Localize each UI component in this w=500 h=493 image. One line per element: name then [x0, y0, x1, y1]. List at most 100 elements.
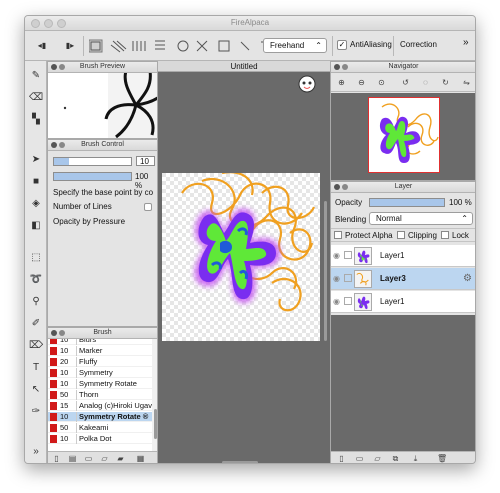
zoom-fit-icon[interactable]: ⊙ [377, 78, 386, 87]
new-brush-icon[interactable]: ▯ [52, 454, 61, 463]
canvas-horizontal-scroll[interactable] [222, 461, 258, 463]
eraser-tool-icon[interactable]: ⌫ [29, 91, 43, 105]
brush-color-swatch [50, 402, 57, 410]
brush-item[interactable]: 10 Symmetry [48, 368, 152, 378]
layer-options-row: Protect Alpha Clipping Lock [331, 228, 475, 242]
layer-opacity-label: Opacity [335, 198, 363, 207]
brush-item[interactable]: 10 Polka Dot [48, 434, 152, 444]
move-tool-icon[interactable]: ➤ [29, 153, 43, 167]
correction-label[interactable]: Correction [400, 40, 437, 49]
clipping-checkbox[interactable] [397, 231, 405, 239]
brush-item[interactable]: 50 Kakeami [48, 423, 152, 433]
protect-alpha-checkbox[interactable] [334, 231, 342, 239]
brush-item[interactable]: 50 Thorn [48, 390, 152, 400]
brush-opacity-slider[interactable] [53, 172, 132, 181]
new-8bit-layer-icon[interactable]: ▭ [355, 454, 364, 463]
blending-select[interactable]: Normal ⌃ [369, 212, 473, 225]
brush-divider [76, 357, 77, 367]
delete-layer-icon[interactable]: 🗑 [437, 454, 447, 463]
brush-size: 10 [60, 346, 69, 355]
toolbar-overflow-button[interactable]: » [463, 37, 469, 48]
layer-settings-gear-icon[interactable]: ⚙ [463, 273, 472, 284]
delete-brush-icon[interactable]: ▦ [136, 454, 145, 463]
layer-lock-box[interactable] [344, 251, 352, 259]
rotate-reset-icon[interactable]: ◌ [421, 78, 430, 87]
new-folder-icon[interactable]: ▱ [373, 454, 382, 463]
new-layer-icon[interactable]: ▯ [337, 454, 346, 463]
lasso-tool-icon[interactable]: ➰ [29, 273, 43, 287]
merge-layer-icon[interactable]: ⤓ [411, 454, 420, 463]
brush-item[interactable]: 20 Fluffy [48, 357, 152, 367]
layer-row-selected[interactable]: ◉ Layer3 ⚙ [331, 268, 475, 290]
rotate-left-icon[interactable]: ↺ [401, 78, 410, 87]
pen-tool-icon[interactable]: ✎ [29, 69, 43, 83]
navigator-viewport[interactable] [331, 93, 475, 180]
gradient-tool-icon[interactable]: ◧ [29, 219, 43, 233]
fill-rect-icon[interactable]: ■ [29, 175, 43, 189]
visibility-eye-icon[interactable]: ◉ [333, 297, 342, 306]
brush-item[interactable]: 10 Symmetry Rotate [48, 379, 152, 389]
brush-divider [76, 368, 77, 378]
layer-opacity-slider[interactable] [369, 198, 445, 207]
antialiasing-checkbox[interactable]: ✓ [337, 40, 347, 50]
brush-name: Thorn [79, 390, 99, 399]
tool-palette: ✎ ⌫ ▚ ➤ ■ ◈ ◧ ⬚ ➰ ⚲ ✐ ⌦ T ↖ ✑ » [25, 61, 47, 463]
brush-name: Symmetry [79, 368, 113, 377]
canvas-vertical-scroll[interactable] [324, 201, 327, 341]
brush-control-title: Brush Control [81, 141, 124, 148]
number-of-lines-stepper[interactable] [144, 203, 152, 211]
brush-size-slider[interactable] [53, 157, 132, 166]
expand-tools-icon[interactable]: » [29, 445, 43, 459]
brush-item-selected[interactable]: 10 Symmetry Rotate ® [48, 412, 152, 422]
brush-item[interactable]: 10 Blurs [48, 339, 152, 345]
dot-pen-icon[interactable]: ▚ [29, 113, 43, 127]
magic-wand-icon[interactable]: ⚲ [29, 295, 43, 309]
save-folder-icon[interactable]: ▰ [116, 454, 125, 463]
duplicate-brush-icon[interactable]: ▭ [84, 454, 93, 463]
flip-horizontal-icon[interactable]: ⇋ [462, 78, 471, 87]
canvas-tab[interactable]: Untitled [158, 61, 330, 72]
navigator-title: Navigator [388, 63, 419, 70]
lock-checkbox[interactable] [441, 231, 449, 239]
bucket-tool-icon[interactable]: ◈ [29, 197, 43, 211]
visibility-eye-icon[interactable]: ◉ [333, 274, 342, 283]
brush-list-scroll-thumb[interactable] [154, 409, 157, 439]
alpaca-icon[interactable] [298, 75, 316, 93]
eyedropper-tool-icon[interactable]: ✑ [29, 405, 43, 419]
toolbar-separator [393, 36, 394, 56]
brush-name: Fluffy [79, 357, 98, 366]
brush-item[interactable]: 10 Marker [48, 346, 152, 356]
layer-lock-box[interactable] [344, 297, 352, 305]
rotate-right-icon[interactable]: ↻ [441, 78, 450, 87]
select-eraser-icon[interactable]: ⌦ [29, 339, 43, 353]
brush-color-swatch [50, 358, 57, 366]
zoom-out-icon[interactable]: ⊖ [357, 78, 366, 87]
step-backward-icon[interactable]: ◂▮ [35, 39, 49, 52]
artwork-canvas[interactable] [162, 173, 320, 341]
brush-color-swatch [50, 380, 57, 388]
navigator-thumbnail[interactable] [368, 97, 440, 173]
select-arrows-icon: ⌃ [461, 214, 468, 223]
brush-mode-select[interactable]: Freehand ⌃ [263, 38, 327, 53]
layer-lock-box[interactable] [344, 274, 352, 282]
select-tool-icon[interactable]: ⬚ [29, 251, 43, 265]
text-tool-icon[interactable]: T [29, 361, 43, 375]
brush-size-field[interactable]: 10 [136, 156, 155, 166]
layer-row[interactable]: ◉ Layer1 [331, 291, 475, 313]
lock-label: Lock [452, 231, 469, 240]
duplicate-layer-icon[interactable]: ⧉ [391, 454, 400, 463]
visibility-eye-icon[interactable]: ◉ [333, 251, 342, 260]
brush-item[interactable]: 15 Analog (c)Hiroki Ugav [48, 401, 152, 411]
brush-divider [76, 434, 77, 444]
layer-list: ◉ Layer1 ◉ Layer3 ⚙ ◉ Layer1 [331, 245, 475, 315]
step-forward-icon[interactable]: ▮▸ [63, 39, 77, 52]
open-folder-icon[interactable]: ▱ [100, 454, 109, 463]
operation-tool-icon[interactable]: ↖ [29, 383, 43, 397]
brush-settings-icon[interactable]: ▤ [68, 454, 77, 463]
blending-value: Normal [376, 214, 402, 223]
canvas-area[interactable]: Untitled [158, 61, 330, 463]
layer-thumbnail [354, 247, 372, 265]
layer-row[interactable]: ◉ Layer1 [331, 245, 475, 267]
select-pen-icon[interactable]: ✐ [29, 317, 43, 331]
zoom-in-icon[interactable]: ⊕ [337, 78, 346, 87]
